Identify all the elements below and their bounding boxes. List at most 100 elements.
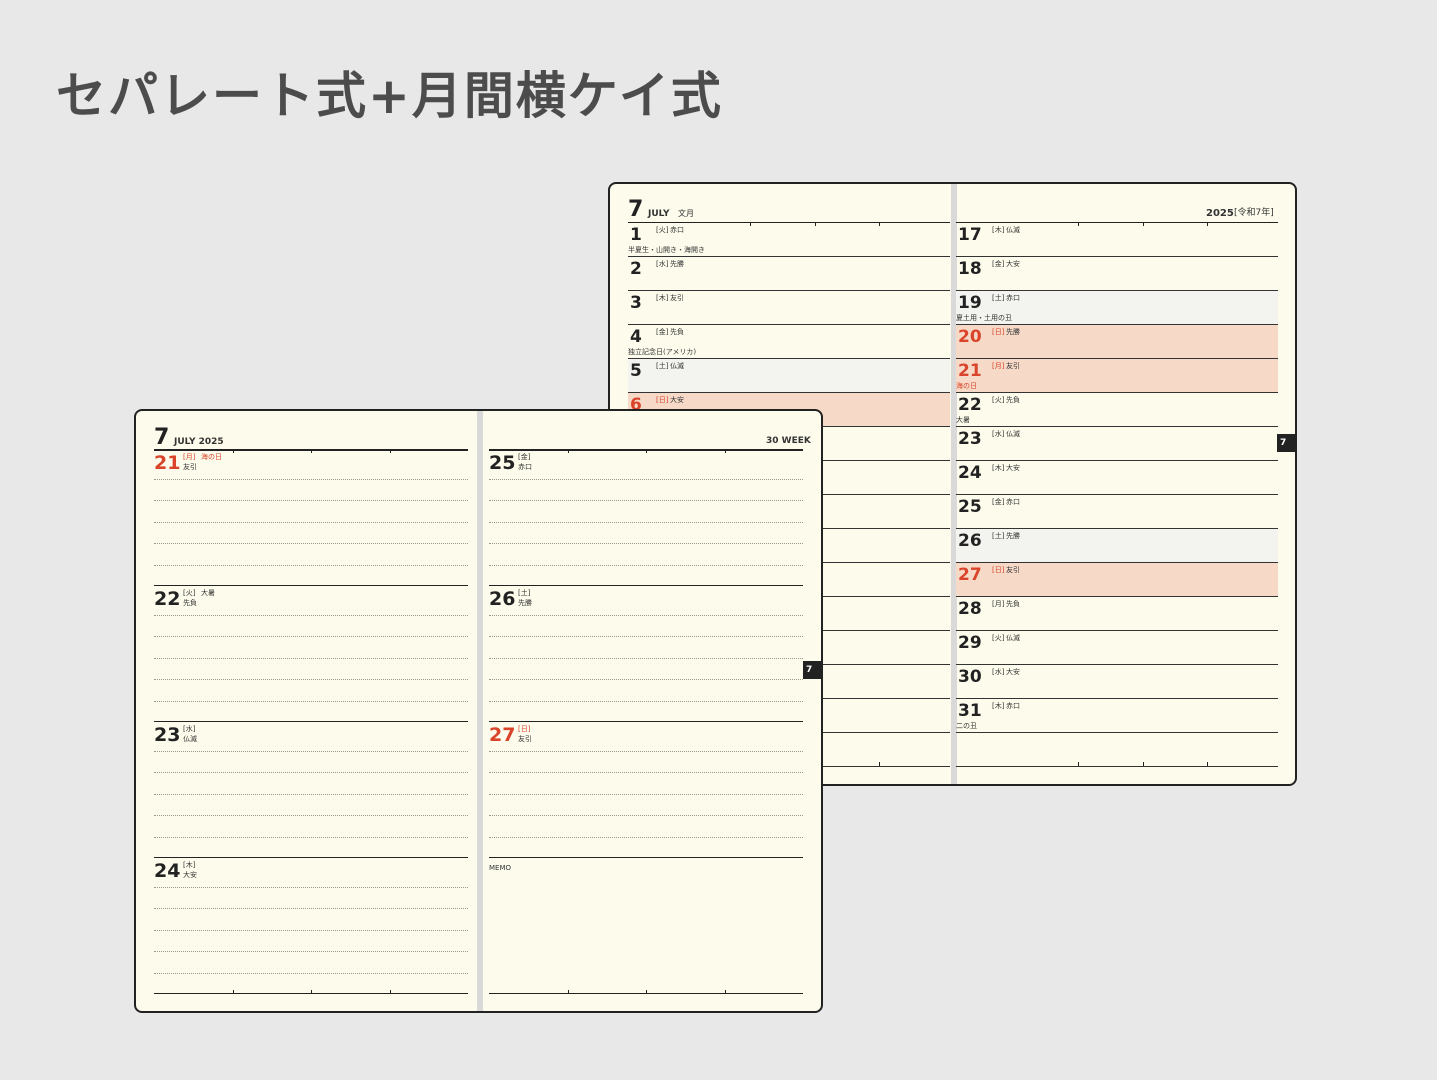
- rokuyo: 仏滅: [1006, 634, 1020, 642]
- row-rule: [956, 494, 1278, 495]
- day-number: 3: [630, 293, 642, 313]
- day-note: 海の日: [956, 382, 977, 390]
- rokuyo: 友引: [1006, 362, 1020, 370]
- rokuyo: 先勝: [670, 260, 684, 268]
- day-block-rule: [489, 585, 803, 586]
- rokuyo: 仏滅: [1006, 226, 1020, 234]
- monthly-era: [令和7年]: [1234, 208, 1274, 218]
- day-block-rule: [489, 857, 803, 858]
- monthly-top-rule: [956, 222, 1278, 223]
- column-tick: [389, 990, 391, 994]
- day-of-week: [月]: [992, 362, 1005, 370]
- day-of-week: [金]: [992, 260, 1005, 268]
- rokuyo: 友引: [670, 294, 684, 302]
- column-tick: [1207, 762, 1209, 766]
- day-of-week: [日]: [656, 396, 669, 404]
- day-number: 29: [958, 633, 982, 653]
- day-number: 30: [958, 667, 982, 687]
- day-number: 21: [154, 452, 181, 474]
- column-tick: [879, 762, 881, 766]
- day-number: 5: [630, 361, 642, 381]
- column-tick: [724, 449, 726, 453]
- column-tick: [879, 222, 881, 226]
- day-number: 28: [958, 599, 982, 619]
- writing-line: [154, 564, 468, 566]
- day-of-week: [木]: [992, 702, 1005, 710]
- writing-line: [154, 614, 468, 616]
- day-of-week: [水]: [992, 430, 1005, 438]
- rokuyo: 先勝: [1006, 532, 1020, 540]
- day-number: 18: [958, 259, 982, 279]
- day-of-week: [月]: [183, 453, 196, 461]
- day-of-week: [金]: [992, 498, 1005, 506]
- column-tick: [567, 990, 569, 994]
- holiday-name: 大暑: [201, 589, 215, 597]
- weekly-month-number: 7: [154, 425, 170, 450]
- writing-line: [154, 908, 468, 909]
- writing-line: [489, 793, 803, 795]
- row-rule: [628, 290, 950, 291]
- day-of-week: [金]: [518, 453, 531, 461]
- rokuyo: 先負: [1006, 396, 1020, 404]
- column-tick: [750, 222, 752, 226]
- writing-line: [154, 478, 468, 480]
- rokuyo: 先負: [670, 328, 684, 336]
- row-rule: [956, 460, 1278, 461]
- day-of-week: [土]: [656, 362, 669, 370]
- rokuyo: 友引: [1006, 566, 1020, 574]
- day-note: 半夏生・山開き・海開き: [628, 246, 705, 254]
- day-number: 27: [489, 724, 516, 746]
- monthly-month-number: 7: [628, 197, 644, 222]
- writing-line: [154, 815, 468, 816]
- day-number: 26: [489, 588, 516, 610]
- writing-line: [154, 750, 468, 752]
- rokuyo: 大安: [1006, 464, 1020, 472]
- rokuyo: 赤口: [1006, 498, 1020, 506]
- monthly-month-tab[interactable]: 7: [1277, 434, 1297, 452]
- writing-line: [154, 543, 468, 544]
- day-number: 25: [489, 452, 516, 474]
- day-of-week: [日]: [518, 725, 531, 733]
- day-block-rule: [489, 721, 803, 722]
- column-tick: [311, 449, 312, 453]
- row-rule: [956, 426, 1278, 427]
- writing-line: [154, 679, 468, 680]
- writing-line: [154, 700, 468, 702]
- day-of-week: [月]: [992, 600, 1005, 608]
- column-tick: [1078, 762, 1080, 766]
- rokuyo: 大安: [183, 871, 197, 879]
- day-number: 31: [958, 701, 982, 721]
- day-note: 夏土用・土用の丑: [956, 314, 1012, 322]
- weekly-month-en: JULY 2025: [174, 437, 224, 447]
- day-of-week: [土]: [992, 294, 1005, 302]
- day-block-rule: [154, 721, 468, 722]
- writing-line: [489, 679, 803, 680]
- day-number: 24: [958, 463, 982, 483]
- writing-line: [489, 636, 803, 637]
- writing-line: [489, 750, 803, 752]
- day-block-rule: [154, 585, 468, 586]
- day-number: 19: [958, 293, 982, 313]
- day-number: 24: [154, 860, 181, 882]
- row-rule: [628, 324, 950, 325]
- day-of-week: [火]: [992, 634, 1005, 642]
- day-number: 26: [958, 531, 982, 551]
- rokuyo: 先負: [1006, 600, 1020, 608]
- day-number: 27: [958, 565, 982, 585]
- row-rule: [956, 596, 1278, 597]
- writing-line: [489, 521, 803, 523]
- day-number: 20: [958, 327, 982, 347]
- writing-line: [489, 500, 803, 501]
- holiday-name: 海の日: [201, 453, 222, 461]
- writing-line: [489, 836, 803, 838]
- column-tick: [567, 449, 569, 453]
- writing-line: [489, 543, 803, 544]
- rokuyo: 仏滅: [1006, 430, 1020, 438]
- day-number: 1: [630, 225, 642, 245]
- weekly-month-tab[interactable]: 7: [803, 661, 823, 679]
- monthly-month-en: JULY: [648, 209, 670, 219]
- day-of-week: [日]: [992, 566, 1005, 574]
- writing-line: [154, 793, 468, 795]
- day-of-week: [木]: [992, 226, 1005, 234]
- day-of-week: [水]: [992, 668, 1005, 676]
